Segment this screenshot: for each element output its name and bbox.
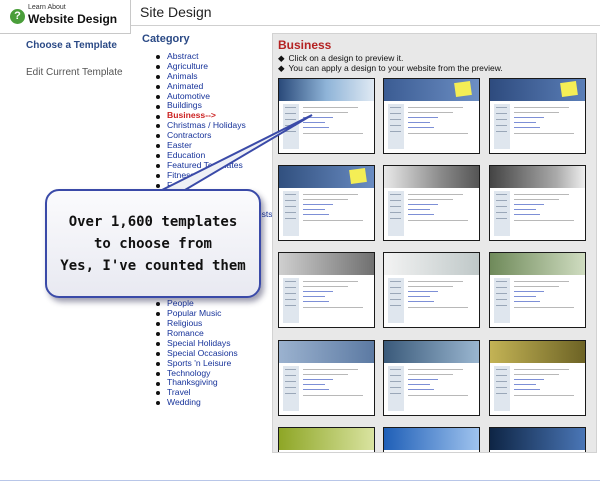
thumbnail-header-image: [279, 79, 374, 101]
thumbnail-sidebar: [494, 366, 510, 411]
instruction-line: ◆ You can apply a design to your website …: [278, 63, 503, 73]
category-item[interactable]: Wedding: [156, 397, 273, 408]
template-thumbnail[interactable]: [383, 165, 480, 241]
template-thumbnail[interactable]: [278, 427, 375, 452]
callout-line: to choose from: [93, 236, 212, 252]
thumbnail-header-image: [279, 253, 374, 275]
question-mark-icon: ?: [10, 9, 25, 24]
thumbnail-header-image: [279, 428, 374, 450]
template-thumbnail[interactable]: [278, 340, 375, 416]
thumbnail-sidebar: [283, 191, 299, 236]
template-thumbnail[interactable]: [278, 78, 375, 154]
thumbnail-header-image: [384, 166, 479, 188]
thumbnail-sidebar: [283, 278, 299, 323]
sticky-note-icon: [454, 80, 472, 98]
template-thumbnail[interactable]: [489, 340, 586, 416]
nav-edit-current-template[interactable]: Edit Current Template: [26, 67, 123, 78]
template-thumbnail[interactable]: [383, 340, 480, 416]
thumbnail-header-image: [384, 253, 479, 275]
thumbnail-header-image: [279, 341, 374, 363]
thumbnail-sidebar: [283, 104, 299, 149]
callout-text: Over 1,600 templates to choose from Yes,…: [47, 211, 259, 277]
template-thumbnail[interactable]: [489, 165, 586, 241]
thumbnail-header-image: [490, 253, 585, 275]
thumbnail-header-image: [490, 166, 585, 188]
thumbnail-sidebar: [494, 278, 510, 323]
thumbnail-header-image: [490, 341, 585, 363]
thumbnail-sidebar: [388, 104, 404, 149]
preview-category-heading: Business: [278, 38, 332, 52]
title-divider: [131, 25, 600, 26]
page-title: Site Design: [140, 4, 212, 20]
template-thumbnail[interactable]: [278, 252, 375, 328]
thumbnail-sidebar: [494, 104, 510, 149]
template-thumbnail[interactable]: [278, 165, 375, 241]
category-heading: Category: [142, 33, 190, 45]
template-thumbnail[interactable]: [383, 78, 480, 154]
sticky-note-icon: [560, 80, 578, 98]
thumbnail-sidebar: [388, 366, 404, 411]
template-thumbnail[interactable]: [489, 427, 586, 452]
template-thumbnail[interactable]: [489, 252, 586, 328]
thumbnail-header-image: [384, 341, 479, 363]
template-preview-panel: Business ◆ Click on a design to preview i…: [272, 33, 597, 453]
nav-choose-template[interactable]: Choose a Template: [26, 40, 117, 51]
thumbnail-sidebar: [494, 191, 510, 236]
callout-line: Yes, I've counted them: [60, 258, 246, 274]
template-thumbnail[interactable]: [383, 252, 480, 328]
callout-bubble: Over 1,600 templates to choose from Yes,…: [45, 189, 261, 298]
learn-about-label: Learn About: [28, 4, 66, 11]
bottom-divider: [0, 480, 600, 481]
thumbnail-header-image: [384, 428, 479, 450]
thumbnail-sidebar: [283, 366, 299, 411]
learn-about-title: Website Design: [28, 12, 118, 26]
thumbnail-sidebar: [388, 191, 404, 236]
learn-about-box[interactable]: ? Learn About Website Design: [0, 0, 131, 34]
template-thumbnail[interactable]: [383, 427, 480, 452]
sticky-note-icon: [349, 167, 367, 185]
callout-line: Over 1,600 templates: [68, 214, 238, 230]
bullet-icon: ◆: [278, 63, 285, 73]
thumbnail-header-image: [490, 428, 585, 450]
template-thumbnail[interactable]: [489, 78, 586, 154]
thumbnail-sidebar: [388, 278, 404, 323]
